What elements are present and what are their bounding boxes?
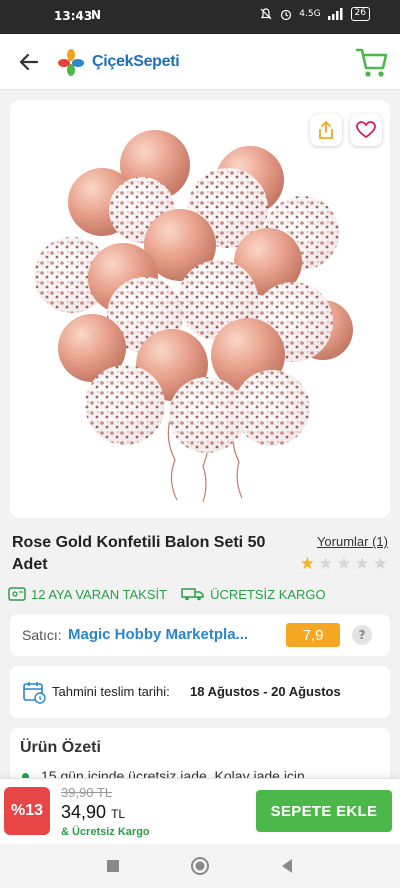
brand-name: ÇiçekSepeti [92, 53, 180, 70]
back-arrow-icon[interactable] [16, 49, 42, 75]
product-image-card[interactable] [10, 100, 390, 518]
flower-logo-icon [58, 49, 84, 76]
app-bar: ÇiçekSepeti [0, 34, 400, 90]
product-title-row: Rose Gold Konfetili Balon Seti 50 Adet Y… [12, 532, 388, 576]
brand-logo[interactable]: ÇiçekSepeti [56, 48, 180, 76]
star-filled-icon: ★ [299, 554, 315, 574]
notification-glyph: N [91, 8, 102, 22]
battery-icon: 26 [350, 7, 370, 21]
seller-label: Satıcı: [22, 627, 62, 643]
current-price: 34,90 TL [61, 802, 125, 823]
delivery-label: Tahmini teslim tarihi: [52, 684, 170, 699]
delivery-card: Tahmini teslim tarihi: 18 Ağustos - 20 A… [10, 666, 390, 718]
alarm-icon [281, 9, 292, 21]
installment-card-icon [8, 587, 26, 601]
truck-icon [181, 588, 204, 601]
summary-heading: Ürün Özeti [20, 739, 101, 756]
add-to-cart-button[interactable]: SEPETE EKLE [256, 790, 392, 832]
rating-stars[interactable]: ★ ★ ★ ★ ★ [300, 556, 388, 573]
price-amount: 34,90 [61, 802, 107, 822]
signal-icon [327, 8, 343, 20]
system-nav-bar [0, 844, 400, 888]
heart-icon [356, 121, 376, 139]
seller-score-badge: 7,9 [286, 623, 340, 647]
price-currency: TL [111, 807, 126, 821]
back-triangle-icon[interactable] [280, 858, 294, 874]
star-empty-icon: ★ [354, 554, 370, 574]
seller-card: Satıcı: Magic Hobby Marketpla... 7,9 ? [10, 614, 390, 656]
calendar-icon [23, 682, 46, 704]
star-empty-icon: ★ [318, 554, 334, 574]
product-title: Rose Gold Konfetili Balon Seti 50 Adet [12, 534, 266, 573]
status-bar: 13:43 N 4.5G 26 [0, 0, 400, 34]
free-shipping-perk: ÜCRETSİZ KARGO [181, 587, 326, 602]
installment-text: 12 AYA VARAN TAKSİT [31, 586, 168, 602]
discount-badge: %13 [4, 787, 50, 835]
seller-name-link[interactable]: Magic Hobby Marketpla... [68, 626, 278, 643]
share-button[interactable] [310, 114, 342, 146]
perks-row: 12 AYA VARAN TAKSİT ÜCRETSİZ KARGO [8, 584, 392, 604]
installment-perk: 12 AYA VARAN TAKSİT [8, 587, 167, 602]
network-type: 4.5G [299, 9, 321, 19]
status-icons: 4.5G 26 [259, 7, 370, 21]
delivery-date: 18 Ağustos - 20 Ağustos [190, 684, 341, 699]
star-empty-icon: ★ [336, 554, 352, 574]
share-icon [319, 120, 333, 139]
free-shipping-text: ÜCRETSİZ KARGO [210, 586, 326, 602]
old-price: 39,90 TL [61, 785, 113, 800]
recents-square-icon[interactable] [106, 859, 120, 873]
purchase-bar: %13 39,90 TL 34,90 TL & Ücretsiz Kargo S… [0, 778, 400, 844]
mute-bell-icon [260, 8, 272, 20]
product-photo-balloons [34, 130, 353, 503]
reviews-link[interactable]: Yorumlar (1) [317, 534, 388, 549]
help-icon[interactable]: ? [352, 625, 372, 645]
status-time: 13:43 [54, 9, 93, 23]
favorite-button[interactable] [350, 114, 382, 146]
home-circle-icon[interactable] [190, 856, 210, 876]
free-shipping-note: & Ücretsiz Kargo [61, 826, 150, 838]
star-empty-icon: ★ [372, 554, 388, 574]
cart-icon[interactable] [354, 44, 390, 80]
